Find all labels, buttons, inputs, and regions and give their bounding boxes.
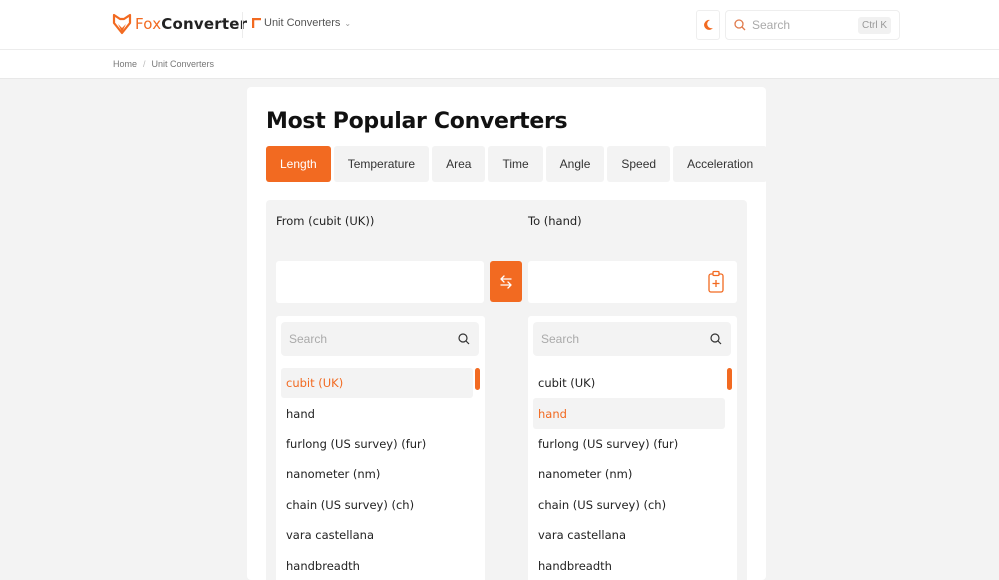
swap-units-button[interactable] xyxy=(490,261,522,302)
category-tabs: Length Temperature Area Time Angle Speed… xyxy=(266,146,768,182)
to-value-input[interactable] xyxy=(528,261,737,303)
unit-converters-menu[interactable]: Unit Converters ⌄ xyxy=(252,17,351,29)
from-value-input[interactable] xyxy=(276,261,484,303)
to-unit-item[interactable]: chain (US survey) (ch) xyxy=(533,490,725,520)
from-unit-item[interactable]: handbreadth xyxy=(281,550,473,580)
from-unit-search-input[interactable] xyxy=(289,332,449,346)
to-unit-list[interactable]: cubit (UK) hand furlong (US survey) (fur… xyxy=(528,316,737,580)
tab-area[interactable]: Area xyxy=(432,146,486,182)
from-unit-item[interactable]: hand xyxy=(281,398,473,428)
global-search-input[interactable] xyxy=(752,18,852,32)
from-label: From (cubit (UK)) xyxy=(276,214,375,228)
to-unit-item[interactable]: furlong (US survey) (fur) xyxy=(533,429,725,459)
from-unit-items: cubit (UK) hand furlong (US survey) (fur… xyxy=(281,368,473,580)
clipboard-plus-icon[interactable] xyxy=(707,270,725,294)
header-divider xyxy=(242,12,243,38)
to-unit-item[interactable]: vara castellana xyxy=(533,520,725,550)
from-unit-item[interactable]: chain (US survey) (ch) xyxy=(281,490,473,520)
search-icon xyxy=(710,333,722,345)
from-unit-item[interactable]: furlong (US survey) (fur) xyxy=(281,429,473,459)
ruler-corner-icon xyxy=(252,18,261,28)
fox-logo-icon xyxy=(112,13,132,35)
tab-acceleration[interactable]: Acceleration xyxy=(673,146,768,182)
global-search[interactable]: Ctrl K xyxy=(725,10,900,40)
search-icon xyxy=(734,19,746,31)
brand-logo[interactable]: FoxConverter xyxy=(112,13,247,35)
to-unit-item[interactable]: nanometer (nm) xyxy=(533,459,725,489)
from-unit-item[interactable]: nanometer (nm) xyxy=(281,459,473,489)
to-unit-search-input[interactable] xyxy=(541,332,701,346)
breadcrumb-separator: / xyxy=(143,59,146,69)
theme-toggle-button[interactable] xyxy=(696,10,720,40)
brand-name-part2: Converter xyxy=(161,15,248,33)
search-shortcut-badge: Ctrl K xyxy=(858,17,891,34)
to-unit-item[interactable]: handbreadth xyxy=(533,550,725,580)
chevron-down-icon: ⌄ xyxy=(344,18,352,28)
breadcrumb-bar: Home / Unit Converters xyxy=(0,50,999,79)
moon-icon xyxy=(704,19,713,30)
to-unit-item[interactable]: cubit (UK) xyxy=(533,368,725,398)
to-list-scrollbar[interactable] xyxy=(727,368,732,390)
to-unit-search[interactable] xyxy=(533,322,731,356)
page-title: Most Popular Converters xyxy=(266,109,568,134)
converter-card: Most Popular Converters Length Temperatu… xyxy=(247,87,768,580)
from-unit-item-selected[interactable]: cubit (UK) xyxy=(281,368,473,399)
from-unit-list[interactable]: cubit (UK) hand furlong (US survey) (fur… xyxy=(276,316,485,580)
to-unit-items: cubit (UK) hand furlong (US survey) (fur… xyxy=(533,368,725,580)
from-unit-item[interactable]: vara castellana xyxy=(281,520,473,550)
breadcrumb: Home / Unit Converters xyxy=(113,59,214,69)
top-header: FoxConverter Unit Converters ⌄ Ctrl K xyxy=(0,0,999,50)
tab-temperature[interactable]: Temperature xyxy=(333,146,430,182)
brand-name-part1: Fox xyxy=(135,15,162,33)
brand-name: FoxConverter xyxy=(135,15,247,33)
from-unit-search[interactable] xyxy=(281,322,479,356)
converter-panel: From (cubit (UK)) To (hand) cubit (UK) h… xyxy=(266,200,747,580)
nav-menu-label: Unit Converters xyxy=(264,17,341,29)
search-icon xyxy=(458,333,470,345)
from-list-scrollbar[interactable] xyxy=(475,368,480,390)
to-label: To (hand) xyxy=(528,214,582,228)
tab-time[interactable]: Time xyxy=(488,146,543,182)
tab-length[interactable]: Length xyxy=(266,146,331,182)
tab-angle[interactable]: Angle xyxy=(545,146,605,182)
breadcrumb-current[interactable]: Unit Converters xyxy=(152,59,215,69)
breadcrumb-home[interactable]: Home xyxy=(113,59,137,69)
tab-speed[interactable]: Speed xyxy=(607,146,671,182)
swap-arrows-icon xyxy=(500,274,512,289)
to-unit-item-selected[interactable]: hand xyxy=(533,398,725,429)
